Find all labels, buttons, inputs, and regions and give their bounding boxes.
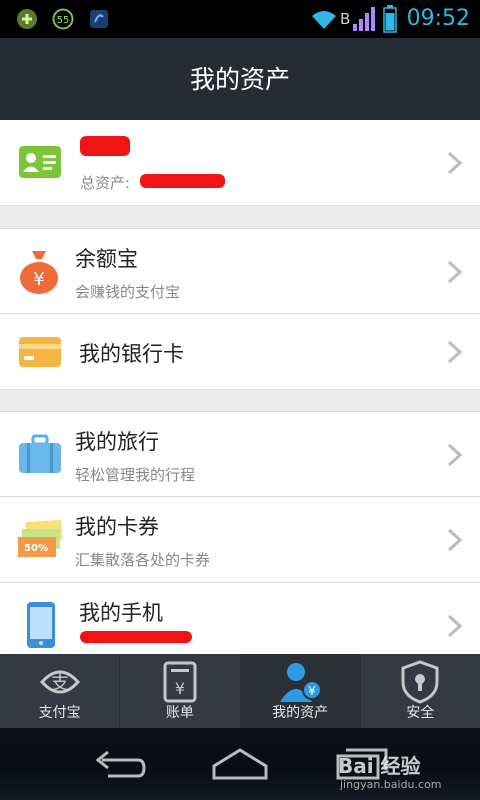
home-icon[interactable] — [210, 746, 270, 782]
item-subtitle: 会赚钱的支付宝 — [75, 283, 181, 301]
list-item-travel[interactable]: 我的旅行 轻松管理我的行程 — [0, 411, 480, 497]
svg-text:¥: ¥ — [308, 684, 316, 698]
item-subtitle: 轻松管理我的行程 — [75, 466, 196, 484]
chevron-right-icon — [447, 260, 463, 284]
bottom-tab-bar: 支 支付宝 ¥ 账单 ¥ 我的资产 安全 — [0, 654, 480, 728]
user-assets-icon: ¥ — [280, 663, 323, 702]
shield-lock-icon — [401, 660, 439, 704]
watermark-url: jingyan.baidu.com — [340, 778, 442, 791]
account-row[interactable]: 总资产: — [0, 120, 480, 206]
total-assets-redacted — [140, 174, 225, 188]
chevron-right-icon — [447, 614, 463, 638]
watermark-logo: Bai 经验 — [338, 754, 421, 778]
phone-number-redacted — [80, 631, 192, 643]
item-title: 我的银行卡 — [79, 342, 184, 366]
clock: 09:52 — [406, 6, 470, 31]
alipay-icon: 支 — [39, 670, 80, 694]
sync-icon — [90, 10, 108, 28]
svg-text:支: 支 — [51, 673, 69, 694]
battery-icon — [383, 5, 397, 33]
tab-my-assets[interactable]: ¥ 我的资产 — [240, 654, 361, 728]
list-item-coupons[interactable]: 50% 我的卡券 汇集散落各处的卡券 — [0, 497, 480, 583]
coupon-icon: 50% — [18, 519, 63, 557]
account-name-redacted — [80, 136, 130, 156]
item-subtitle: 汇集散落各处的卡券 — [75, 551, 211, 569]
svg-text:55: 55 — [57, 15, 70, 26]
chevron-right-icon — [447, 443, 463, 467]
app-header: 我的资产 — [0, 38, 480, 120]
tab-label: 我的资产 — [272, 705, 329, 721]
id-card-icon — [19, 146, 61, 178]
network-type-label: B — [340, 10, 351, 28]
tab-label: 账单 — [165, 705, 194, 721]
item-title: 我的卡券 — [75, 515, 159, 539]
suitcase-icon — [19, 434, 61, 473]
list-item-phone[interactable]: 我的手机 — [0, 583, 480, 654]
tab-alipay[interactable]: 支 支付宝 — [0, 654, 121, 728]
svg-text:¥: ¥ — [175, 679, 185, 698]
page-title: 我的资产 — [189, 65, 290, 94]
item-title: 我的旅行 — [75, 430, 159, 454]
tab-label: 支付宝 — [38, 705, 81, 721]
bill-icon: ¥ — [163, 661, 197, 703]
chevron-right-icon — [447, 151, 463, 175]
wifi-icon — [312, 11, 336, 29]
svg-text:¥: ¥ — [33, 269, 44, 290]
total-assets-label: 总资产: — [80, 174, 131, 192]
list-item-bank-card[interactable]: 我的银行卡 — [0, 314, 480, 390]
svg-text:50%: 50% — [24, 543, 48, 554]
chevron-right-icon — [447, 528, 463, 552]
phone-icon — [27, 602, 55, 648]
chevron-right-icon — [447, 340, 463, 364]
item-title: 我的手机 — [79, 601, 163, 625]
status-bar: 55 B 09:52 — [0, 0, 480, 38]
list-item-yuebao[interactable]: ¥ 余额宝 会赚钱的支付宝 — [0, 228, 480, 314]
tab-bill[interactable]: ¥ 账单 — [120, 654, 241, 728]
tab-label: 安全 — [406, 705, 435, 721]
signal-icon — [353, 7, 375, 31]
bank-card-icon — [19, 337, 61, 367]
back-icon[interactable] — [90, 746, 150, 782]
tab-security[interactable]: 安全 — [361, 654, 480, 728]
item-title: 余额宝 — [75, 247, 138, 271]
money-bag-icon: ¥ — [20, 251, 58, 294]
notification-app-icon — [17, 9, 37, 29]
timer-55-icon: 55 — [52, 8, 74, 30]
